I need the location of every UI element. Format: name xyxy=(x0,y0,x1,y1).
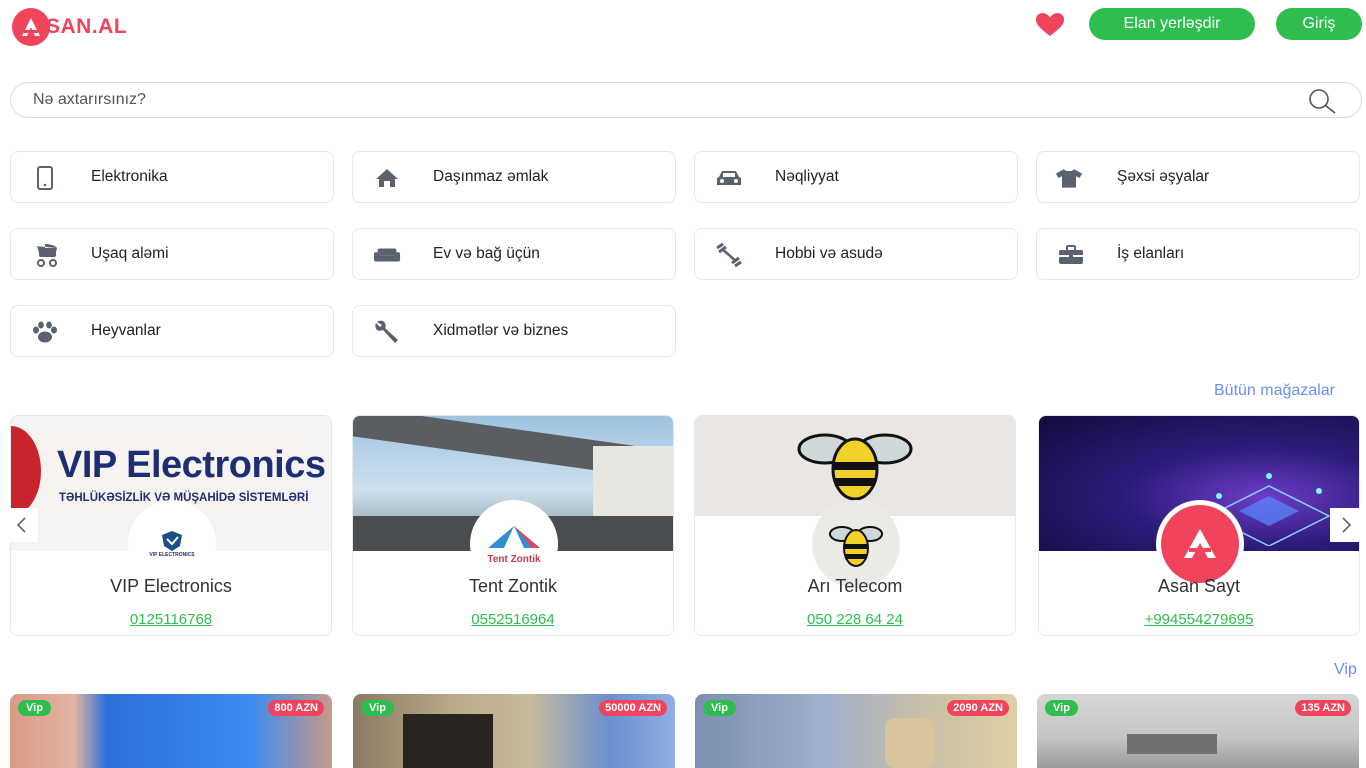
category-label: Xidmətlər və biznes xyxy=(433,322,569,339)
shirt-icon xyxy=(1055,164,1083,192)
store-card[interactable]: Arı Telecom 050 228 64 24 xyxy=(694,415,1016,636)
category-ev-ve-bag[interactable]: Ev və bağ üçün xyxy=(352,228,676,280)
store-phone[interactable]: 050 228 64 24 xyxy=(695,611,1015,628)
all-stores-link[interactable]: Bütün mağazalar xyxy=(1214,382,1335,400)
heart-icon[interactable] xyxy=(1035,12,1065,38)
store-phone[interactable]: 0552516964 xyxy=(353,611,673,628)
category-label: Hobbi və asudə xyxy=(775,245,883,262)
category-label: Uşaq aləmi xyxy=(91,245,169,262)
vip-badge: Vip xyxy=(18,700,51,716)
category-heyvanlar[interactable]: Heyvanlar xyxy=(10,305,334,357)
category-neqliyyat[interactable]: Nəqliyyat xyxy=(694,151,1018,203)
store-name: Tent Zontik xyxy=(468,576,558,596)
avatar-label: VIP ELECTRONICS xyxy=(149,552,195,558)
carousel-next-button[interactable] xyxy=(1330,508,1362,542)
sofa-icon xyxy=(373,241,401,269)
vip-badge: Vip xyxy=(361,700,394,716)
category-hobbi[interactable]: Hobbi və asudə xyxy=(694,228,1018,280)
carousel-prev-button[interactable] xyxy=(6,508,38,542)
car-icon xyxy=(715,164,743,192)
price-badge: 50000 AZN xyxy=(599,700,667,716)
price-badge: 2090 AZN xyxy=(947,700,1009,716)
category-dasinmaz-emlak[interactable]: Daşınmaz əmlak xyxy=(352,151,676,203)
price-badge: 800 AZN xyxy=(268,700,324,716)
store-name: VIP Electronics xyxy=(110,576,232,596)
store-avatar xyxy=(1156,500,1244,588)
category-elektronika[interactable]: Elektronika xyxy=(10,151,334,203)
login-button[interactable]: Giriş xyxy=(1276,8,1362,40)
store-card[interactable]: Asan Sayt +994554279695 xyxy=(1038,415,1360,636)
site-logo[interactable]: SAN.AL xyxy=(12,8,127,46)
search-icon[interactable] xyxy=(1307,88,1337,114)
wrench-icon xyxy=(373,318,401,346)
logo-text: SAN.AL xyxy=(46,15,128,38)
post-ad-button[interactable]: Elan yerləşdir xyxy=(1089,8,1255,40)
category-label: Nəqliyyat xyxy=(775,168,839,185)
chevron-left-icon xyxy=(16,517,26,533)
vip-badge: Vip xyxy=(1045,700,1078,716)
listing-card[interactable]: Vip 800 AZN xyxy=(10,694,332,768)
stroller-icon xyxy=(31,241,59,269)
category-is-elanlari[interactable]: İş elanları xyxy=(1036,228,1360,280)
store-name: Asan Sayt xyxy=(1157,576,1241,596)
price-badge: 135 AZN xyxy=(1295,700,1351,716)
vip-link[interactable]: Vip xyxy=(1334,661,1357,679)
store-phone[interactable]: 0125116768 xyxy=(11,611,331,628)
category-label: Heyvanlar xyxy=(91,322,161,339)
vip-badge: Vip xyxy=(703,700,736,716)
category-label: İş elanları xyxy=(1117,245,1185,262)
listing-card[interactable]: Vip 135 AZN xyxy=(1037,694,1359,768)
category-label: Elektronika xyxy=(91,168,168,185)
home-icon xyxy=(373,164,401,192)
category-sexsi-esyalar[interactable]: Şəxsi əşyalar xyxy=(1036,151,1360,203)
category-usaq-alemi[interactable]: Uşaq aləmi xyxy=(10,228,334,280)
store-name: Arı Telecom xyxy=(807,576,903,596)
header: SAN.AL Elan yerləşdir Giriş xyxy=(0,0,1366,58)
store-avatar xyxy=(812,500,900,588)
store-avatar: VIP ELECTRONICS xyxy=(128,500,216,588)
chevron-right-icon xyxy=(1342,517,1352,533)
category-xidmetler[interactable]: Xidmətlər və biznes xyxy=(352,305,676,357)
store-card[interactable]: Tent Zontik Tent Zontik 0552516964 xyxy=(352,415,674,636)
search-bar xyxy=(10,82,1362,118)
briefcase-icon xyxy=(1057,241,1085,269)
paw-icon xyxy=(31,318,59,346)
avatar-label: Tent Zontik xyxy=(487,553,541,565)
listing-card[interactable]: Vip 2090 AZN xyxy=(695,694,1017,768)
phone-icon xyxy=(31,164,59,192)
store-card[interactable]: VIP Electronics TƏHLÜKƏSİZLİK VƏ MÜŞAHİD… xyxy=(10,415,332,636)
store-phone[interactable]: +994554279695 xyxy=(1039,611,1359,628)
category-label: Şəxsi əşyalar xyxy=(1117,168,1210,185)
listing-card[interactable]: Vip 50000 AZN xyxy=(353,694,675,768)
category-label: Ev və bağ üçün xyxy=(433,245,540,262)
store-avatar: Tent Zontik xyxy=(470,500,558,588)
logo-mark-icon xyxy=(12,8,50,46)
search-input[interactable] xyxy=(33,89,1273,111)
dumbbell-icon xyxy=(715,241,743,269)
category-label: Daşınmaz əmlak xyxy=(433,168,549,185)
store-banner-title: VIP Electronics xyxy=(57,444,326,486)
